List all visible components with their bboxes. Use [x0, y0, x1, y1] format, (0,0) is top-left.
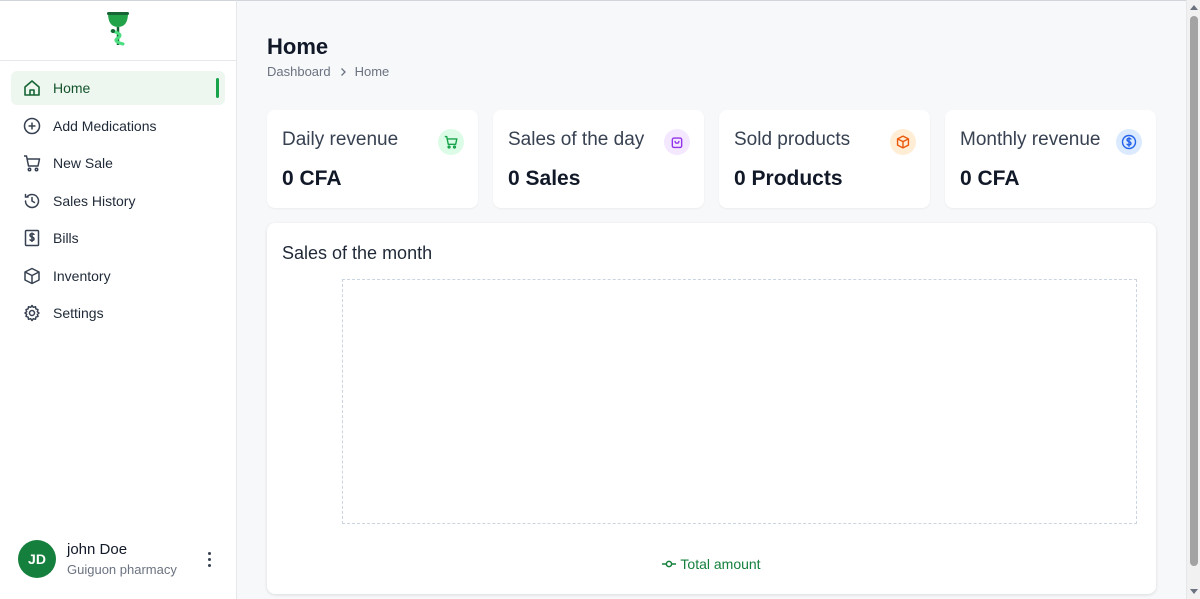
sidebar-item-settings[interactable]: Settings [11, 296, 225, 330]
scroll-up-icon[interactable] [1187, 0, 1200, 14]
more-options-icon[interactable] [200, 548, 218, 570]
sales-of-the-day-card: Sales of the day 0 Sales [493, 110, 704, 208]
breadcrumb-item-dashboard[interactable]: Dashboard [267, 64, 331, 79]
vertical-scrollbar[interactable] [1186, 0, 1200, 599]
card-title: Daily revenue [282, 129, 399, 150]
bill-icon [23, 229, 41, 247]
home-icon [23, 79, 41, 97]
chevron-right-icon [338, 67, 348, 77]
package-icon [890, 129, 916, 155]
sidebar-item-new-sale[interactable]: New Sale [11, 146, 225, 180]
scrollbar-thumb[interactable] [1190, 16, 1198, 566]
cart-icon [23, 154, 41, 172]
history-icon [23, 192, 41, 210]
card-title: Sold products [734, 129, 851, 150]
sidebar-item-add-medications[interactable]: Add Medications [11, 109, 225, 143]
user-info: john Doe Guiguon pharmacy [67, 541, 200, 577]
user-pharmacy: Guiguon pharmacy [67, 562, 177, 577]
sales-chart-card: Sales of the month Total amount [267, 223, 1156, 594]
legend-line-icon [662, 560, 677, 568]
scroll-down-icon[interactable] [1187, 585, 1200, 599]
breadcrumb-item-home: Home [354, 64, 390, 79]
legend-label: Total amount [680, 556, 761, 572]
logo-area [0, 1, 236, 61]
card-title: Sales of the day [508, 129, 645, 150]
sidebar: Home Add Medications New Sale Sales Hist… [0, 0, 237, 599]
breadcrumb: Dashboard Home [267, 64, 389, 79]
plus-circle-icon [23, 117, 41, 135]
dollar-icon [1116, 129, 1142, 155]
user-profile: JD john Doe Guiguon pharmacy [0, 519, 236, 599]
gear-icon [23, 304, 41, 322]
stat-cards: Daily revenue 0 CFA Sales of the day 0 S… [267, 110, 1156, 208]
avatar[interactable]: JD [18, 540, 56, 578]
daily-revenue-card: Daily revenue 0 CFA [267, 110, 478, 208]
sidebar-item-home[interactable]: Home [11, 71, 225, 105]
card-value: 0 Products [734, 167, 843, 190]
chart-plot-area [342, 279, 1137, 524]
sidebar-item-inventory[interactable]: Inventory [11, 259, 225, 293]
main-content: Home Dashboard Home Daily revenue 0 CFA … [237, 0, 1186, 599]
box-icon [23, 267, 41, 285]
chart-title: Sales of the month [282, 243, 433, 263]
card-title: Monthly revenue [960, 129, 1101, 150]
sidebar-item-label: Home [53, 80, 91, 96]
monthly-revenue-card: Monthly revenue 0 CFA [945, 110, 1156, 208]
user-name: john Doe [67, 541, 128, 558]
sidebar-item-label: Sales History [53, 192, 136, 209]
sidebar-item-bills[interactable]: Bills [11, 221, 225, 255]
chart-legend[interactable]: Total amount [267, 556, 1156, 572]
cart-icon [438, 129, 464, 155]
card-value: 0 CFA [282, 167, 342, 190]
sidebar-item-label: New Sale [53, 155, 113, 171]
shopping-bag-icon [664, 129, 690, 155]
sidebar-item-sales-history[interactable]: Sales History [11, 184, 225, 218]
sidebar-item-label: Bills [53, 230, 79, 246]
active-indicator [216, 78, 219, 98]
sidebar-nav: Home Add Medications New Sale Sales Hist… [0, 61, 236, 344]
pharmacy-logo-icon[interactable] [101, 9, 135, 52]
sidebar-item-label: Inventory [53, 267, 111, 284]
sold-products-card: Sold products 0 Products [719, 110, 930, 208]
card-value: 0 CFA [960, 167, 1020, 190]
card-value: 0 Sales [508, 167, 581, 190]
page-title: Home [267, 34, 329, 59]
sidebar-item-label: Settings [53, 305, 104, 321]
sidebar-item-label: Add Medications [53, 117, 157, 134]
